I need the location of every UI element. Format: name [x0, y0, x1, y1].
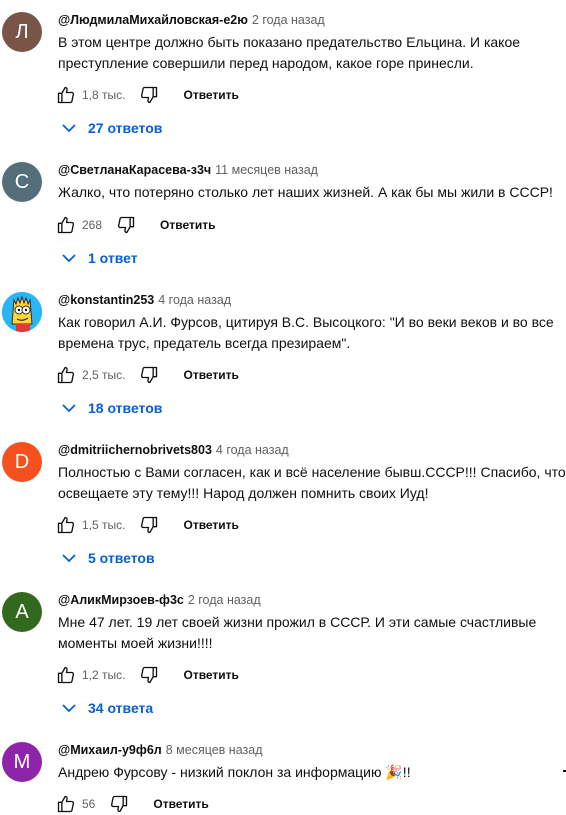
comment-time[interactable]: 4 года назад — [158, 293, 231, 307]
replies-count: 5 ответов — [88, 550, 155, 566]
thumbs-up-icon — [57, 366, 75, 384]
thumbs-up-icon — [57, 86, 75, 104]
like-button[interactable] — [56, 215, 76, 235]
comment-actions: 1,5 тыс. Ответить — [56, 514, 239, 536]
avatar[interactable]: Л — [2, 12, 42, 52]
like-count: 268 — [82, 218, 103, 232]
comment-text: Жалко, что потеряно столько лет наших жи… — [58, 184, 553, 200]
comment-time[interactable]: 2 года назад — [188, 593, 261, 607]
comment-text: Мне 47 лет. 19 лет своей жизни прожил в … — [58, 614, 537, 651]
chevron-down-icon — [62, 554, 76, 563]
like-button[interactable] — [56, 85, 76, 105]
comment-author[interactable]: @ЛюдмилаМихайловская-е2ю — [58, 13, 248, 27]
replies-toggle[interactable]: 1 ответ — [62, 248, 138, 268]
replies-toggle[interactable]: 34 ответа — [62, 698, 153, 718]
comment-header: @СветланаКарасева-з3ч 11 месяцев назад — [58, 162, 318, 178]
thumbs-down-icon — [118, 216, 135, 234]
like-count: 1,8 тыс. — [82, 88, 126, 102]
comment-text: Андрею Фурсову - низкий поклон за информ… — [58, 764, 411, 780]
like-count: 56 — [82, 797, 96, 811]
comment-author[interactable]: @СветланаКарасева-з3ч — [58, 163, 211, 177]
like-button[interactable] — [56, 794, 76, 814]
like-button[interactable] — [56, 515, 76, 535]
comment-actions: 56 Ответить — [56, 793, 209, 815]
replies-count: 34 ответа — [88, 700, 154, 716]
chevron-down-icon — [62, 124, 76, 133]
chevron-down-icon — [62, 254, 76, 263]
avatar[interactable]: М — [2, 742, 42, 782]
comment-time[interactable]: 2 года назад — [252, 13, 325, 27]
reply-button[interactable]: Ответить — [153, 797, 208, 811]
chevron-down-icon — [62, 404, 76, 413]
comment-time[interactable]: 4 года назад — [216, 443, 289, 457]
comment-text: Полностью с Вами согласен, как и всё нас… — [58, 464, 566, 501]
replies-count: 1 ответ — [88, 250, 138, 266]
avatar[interactable]: А — [2, 592, 42, 632]
avatar[interactable]: С — [2, 162, 42, 202]
like-count: 1,5 тыс. — [82, 518, 126, 532]
comment-header: @ЛюдмилаМихайловская-е2ю 2 года назад — [58, 12, 325, 28]
dislike-button[interactable] — [139, 365, 159, 385]
comment-header: @Михаил-у9ф6л 8 месяцев назад — [58, 742, 262, 758]
comment-header: @konstantin253 4 года назад — [58, 292, 231, 308]
reply-button[interactable]: Ответить — [160, 218, 215, 232]
dislike-button[interactable] — [139, 665, 159, 685]
reply-button[interactable]: Ответить — [183, 88, 238, 102]
dislike-button[interactable] — [139, 515, 159, 535]
comment-text: В этом центре должно быть показано преда… — [58, 34, 521, 71]
comment-header: @dmitriichernobrivets803 4 года назад — [58, 442, 289, 458]
thumbs-up-icon — [57, 216, 75, 234]
comment-text: Как говорил А.И. Фурсов, цитируя В.С. Вы… — [58, 314, 554, 351]
comment-author[interactable]: @konstantin253 — [58, 293, 154, 307]
thumbs-down-icon — [141, 86, 158, 104]
thumbs-up-icon — [57, 666, 75, 684]
like-button[interactable] — [56, 665, 76, 685]
comment-actions: 1,8 тыс. Ответить — [56, 84, 239, 106]
like-button[interactable] — [56, 365, 76, 385]
dislike-button[interactable] — [116, 215, 136, 235]
avatar[interactable] — [2, 292, 42, 332]
dislike-button[interactable] — [139, 85, 159, 105]
thumbs-down-icon — [141, 666, 158, 684]
thumbs-down-icon — [141, 366, 158, 384]
chevron-down-icon — [62, 704, 76, 713]
comment-time[interactable]: 11 месяцев назад — [215, 163, 318, 177]
thumbs-down-icon — [111, 795, 128, 813]
replies-count: 18 ответов — [88, 400, 163, 416]
replies-toggle[interactable]: 5 ответов — [62, 548, 155, 568]
thumbs-up-icon — [57, 516, 75, 534]
reply-button[interactable]: Ответить — [183, 518, 238, 532]
thumbs-down-icon — [141, 516, 158, 534]
comment-actions: 268 Ответить — [56, 214, 215, 236]
reply-button[interactable]: Ответить — [183, 368, 238, 382]
dislike-button[interactable] — [109, 794, 129, 814]
replies-toggle[interactable]: 18 ответов — [62, 398, 162, 418]
comment-author[interactable]: @dmitriichernobrivets803 — [58, 443, 212, 457]
comment-author[interactable]: @Михаил-у9ф6л — [58, 743, 162, 757]
comment-actions: 1,2 тыс. Ответить — [56, 664, 239, 686]
yellow-cartoon-character-avatar — [2, 292, 42, 332]
comment-author[interactable]: @АликМирзоев-ф3с — [58, 593, 184, 607]
reply-button[interactable]: Ответить — [183, 668, 238, 682]
comment-actions: 2,5 тыс. Ответить — [56, 364, 239, 386]
avatar[interactable]: D — [2, 442, 42, 482]
thumbs-up-icon — [57, 795, 75, 813]
like-count: 1,2 тыс. — [82, 668, 126, 682]
replies-count: 27 ответов — [88, 120, 163, 136]
like-count: 2,5 тыс. — [82, 368, 126, 382]
comment-time[interactable]: 8 месяцев назад — [166, 743, 263, 757]
comment-header: @АликМирзоев-ф3с 2 года назад — [58, 592, 261, 608]
replies-toggle[interactable]: 27 ответов — [62, 118, 162, 138]
